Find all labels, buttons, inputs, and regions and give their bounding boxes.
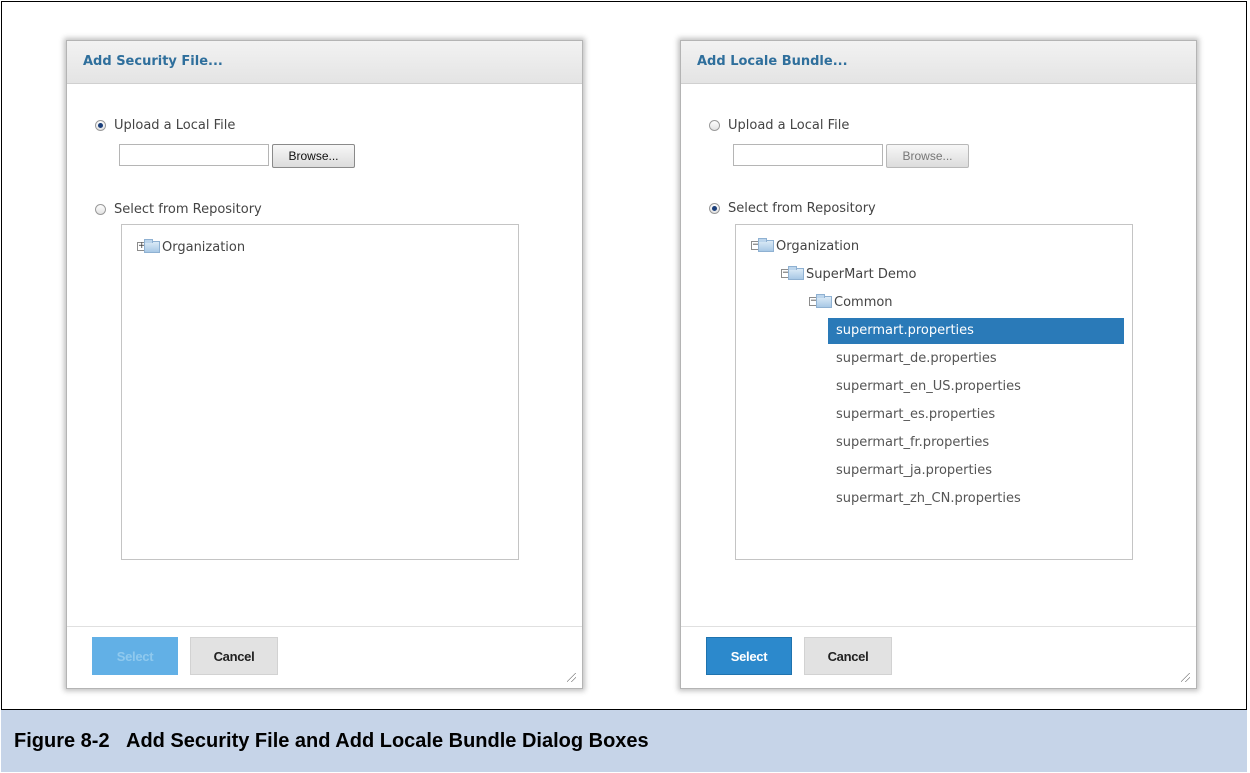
select-from-repository-label: Select from Repository (728, 201, 876, 216)
resize-grip-icon[interactable] (567, 673, 576, 682)
dialog-header: Add Security File... (67, 41, 582, 84)
select-button[interactable]: Select (92, 637, 178, 675)
dialog-footer: Select Cancel (67, 626, 582, 688)
figure-caption-bar: Figure 8-2 Add Security File and Add Loca… (1, 709, 1247, 772)
upload-local-file-radio[interactable] (95, 120, 106, 131)
tree-file-supermart-en-us-properties[interactable]: supermart_en_US.properties (828, 374, 1124, 400)
tree-file-supermart-zh-cn-properties[interactable]: supermart_zh_CN.properties (828, 486, 1124, 512)
cancel-button[interactable]: Cancel (804, 637, 892, 675)
tree-node-supermart-demo[interactable]: − SuperMart Demo (781, 264, 916, 284)
tree-file-supermart-fr-properties[interactable]: supermart_fr.properties (828, 430, 1124, 456)
tree-node-label: Organization (776, 238, 860, 254)
select-button[interactable]: Select (706, 637, 792, 675)
browse-button[interactable]: Browse... (272, 144, 355, 168)
folder-icon (758, 238, 774, 252)
select-from-repository-option[interactable]: Select from Repository (709, 201, 876, 216)
select-from-repository-option[interactable]: Select from Repository (95, 202, 262, 217)
folder-icon (816, 294, 832, 308)
folder-expanded-icon[interactable]: − (751, 238, 775, 253)
folder-expanded-icon[interactable]: − (781, 266, 805, 281)
folder-icon (788, 266, 804, 280)
repository-tree[interactable]: + Organization (121, 224, 519, 560)
tree-node-common[interactable]: − Common (809, 292, 893, 312)
browse-button[interactable]: Browse... (886, 144, 969, 168)
add-security-file-dialog: Add Security File... Upload a Local File… (66, 40, 583, 689)
select-from-repository-label: Select from Repository (114, 202, 262, 217)
resize-grip-icon[interactable] (1181, 673, 1190, 682)
tree-node-organization[interactable]: − Organization (751, 236, 859, 256)
tree-file-supermart-de-properties[interactable]: supermart_de.properties (828, 346, 1124, 372)
tree-file-supermart-properties[interactable]: supermart.properties (828, 318, 1124, 344)
figure-number: Figure 8-2 (14, 729, 110, 752)
dialog-footer: Select Cancel (681, 626, 1196, 688)
tree-node-label: Common (834, 294, 893, 310)
file-path-field[interactable] (119, 144, 269, 166)
upload-local-file-radio[interactable] (709, 120, 720, 131)
upload-local-file-label: Upload a Local File (114, 118, 236, 133)
dialog-title: Add Security File... (83, 54, 223, 69)
upload-local-file-option[interactable]: Upload a Local File (95, 118, 235, 133)
figure-caption: Figure 8-2 Add Security File and Add Loca… (1, 730, 649, 753)
folder-icon (144, 239, 160, 253)
select-from-repository-radio[interactable] (709, 203, 720, 214)
upload-local-file-label: Upload a Local File (728, 118, 850, 133)
dialog-title: Add Locale Bundle... (697, 54, 848, 69)
folder-collapsed-icon[interactable]: + (137, 239, 161, 254)
select-from-repository-radio[interactable] (95, 204, 106, 215)
tree-file-supermart-ja-properties[interactable]: supermart_ja.properties (828, 458, 1124, 484)
cancel-button[interactable]: Cancel (190, 637, 278, 675)
figure-caption-text: Add Security File and Add Locale Bundle … (126, 729, 649, 752)
folder-expanded-icon[interactable]: − (809, 294, 833, 309)
tree-file-supermart-es-properties[interactable]: supermart_es.properties (828, 402, 1124, 428)
tree-node-label: SuperMart Demo (806, 266, 917, 282)
dialog-header: Add Locale Bundle... (681, 41, 1196, 84)
repository-tree[interactable]: − Organization − SuperMart Demo − Common… (735, 224, 1133, 560)
tree-node-organization[interactable]: + Organization (137, 237, 245, 257)
upload-local-file-option[interactable]: Upload a Local File (709, 118, 849, 133)
add-locale-bundle-dialog: Add Locale Bundle... Upload a Local File… (680, 40, 1197, 689)
file-path-field[interactable] (733, 144, 883, 166)
tree-node-label: Organization (162, 239, 246, 255)
